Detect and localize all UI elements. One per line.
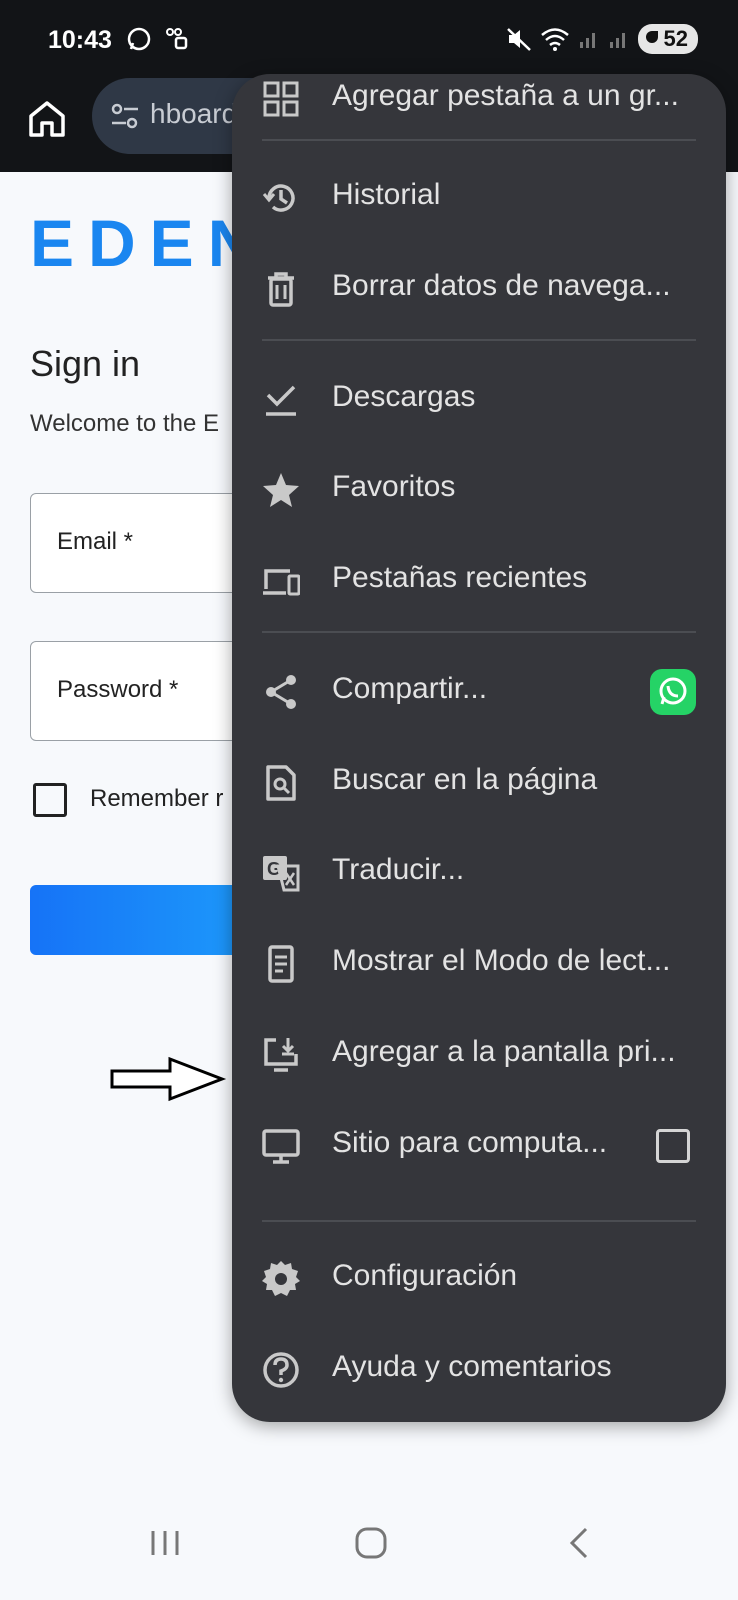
menu-divider (262, 139, 696, 141)
menu-item-label: Mostrar el Modo de lect... (332, 944, 671, 977)
trash-icon (268, 272, 294, 307)
wifi-icon (540, 28, 569, 51)
menu-item-label: Sitio para computa... (332, 1126, 608, 1159)
menu-item-label: Traducir... (332, 853, 465, 886)
menu-item-label: Ayuda y comentarios (332, 1350, 612, 1383)
whatsapp-notification-icon (127, 27, 151, 51)
menu-item-label: Configuración (332, 1259, 518, 1292)
welcome-text: Welcome to the E (30, 410, 219, 437)
menu-divider (262, 339, 696, 341)
remember-checkbox[interactable] (33, 783, 67, 817)
menu-item-recent-tabs[interactable]: Pestañas recientes (232, 534, 726, 626)
nav-home-icon[interactable] (354, 1526, 388, 1560)
menu-item-label: Pestañas recientes (332, 561, 588, 594)
menu-item-desktop-site[interactable]: Sitio para computa... (232, 1099, 726, 1191)
menu-item-downloads[interactable]: Descargas (232, 353, 726, 445)
status-system-icons: 52 (506, 24, 698, 54)
system-nav-bar (0, 1500, 738, 1600)
menu-item-label: Historial (332, 178, 441, 211)
password-label: Password * (57, 676, 179, 703)
overflow-menu: Agregar pestaña a un gr... Historial Bor… (232, 74, 726, 1422)
menu-item-tab-group[interactable]: Agregar pestaña a un gr... (232, 74, 726, 144)
whatsapp-share-button[interactable] (650, 669, 696, 715)
menu-item-label: Agregar a la pantalla pri... (332, 1035, 676, 1068)
nav-back-icon[interactable] (566, 1526, 592, 1560)
menu-item-label: Favoritos (332, 470, 456, 503)
recent-apps-icon[interactable] (148, 1528, 182, 1558)
desktop-site-checkbox[interactable] (656, 1129, 690, 1163)
history-icon (262, 184, 295, 212)
menu-item-label: Buscar en la página (332, 763, 598, 796)
tab-group-icon (263, 81, 299, 117)
remember-label: Remember r (90, 785, 224, 812)
menu-divider (262, 631, 696, 633)
url-text: hboard (150, 98, 238, 129)
download-check-icon (266, 385, 296, 416)
arrow-annotation-icon (110, 1056, 227, 1102)
vpn-key-notification-icon (166, 28, 188, 50)
menu-item-share[interactable]: Compartir... (232, 645, 726, 737)
status-notification-icons (126, 26, 190, 52)
menu-item-label: Descargas (332, 380, 476, 413)
battery-indicator: 52 (637, 24, 698, 54)
site-settings-icon[interactable] (110, 102, 140, 130)
menu-item-clear-data[interactable]: Borrar datos de navega... (232, 242, 726, 334)
star-icon (263, 473, 299, 507)
menu-item-history[interactable]: Historial (232, 151, 726, 243)
menu-item-translate[interactable]: G Traducir... (232, 826, 726, 918)
find-in-page-icon (266, 765, 296, 801)
help-icon (263, 1352, 299, 1388)
status-time: 10:43 (48, 26, 112, 54)
share-icon (266, 675, 296, 709)
menu-item-add-to-home[interactable]: Agregar a la pantalla pri... (232, 1008, 726, 1100)
email-label: Email * (57, 528, 134, 555)
menu-item-help[interactable]: Ayuda y comentarios (232, 1323, 726, 1415)
menu-item-label: Agregar pestaña a un gr... (332, 79, 679, 112)
menu-item-bookmarks[interactable]: Favoritos (232, 443, 726, 535)
signal-icon-1 (579, 33, 595, 48)
reader-mode-icon (268, 945, 294, 983)
whatsapp-icon (659, 677, 687, 705)
mute-icon (506, 28, 531, 51)
translate-icon: G (263, 856, 300, 892)
signal-icon-2 (609, 33, 625, 48)
menu-item-settings[interactable]: Configuración (232, 1232, 726, 1324)
menu-divider (262, 1220, 696, 1222)
desktop-icon (262, 1129, 300, 1164)
devices-icon (263, 569, 300, 596)
menu-item-label: Compartir... (332, 672, 488, 705)
menu-item-label: Borrar datos de navega... (332, 269, 671, 302)
page-title: Sign in (30, 343, 141, 384)
settings-icon (262, 1261, 300, 1296)
menu-item-reader-mode[interactable]: Mostrar el Modo de lect... (232, 917, 726, 1009)
menu-item-find-in-page[interactable]: Buscar en la página (232, 736, 726, 828)
add-to-home-icon (264, 1038, 298, 1072)
home-icon[interactable] (24, 96, 70, 142)
